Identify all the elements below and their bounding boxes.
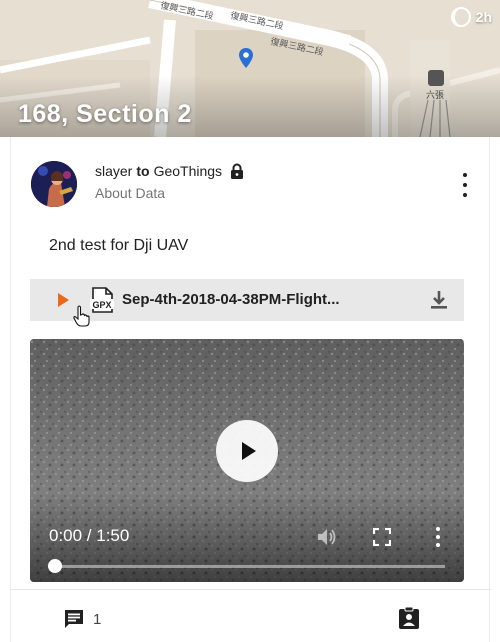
- location-pin-icon[interactable]: [239, 48, 253, 73]
- dot: [463, 173, 467, 177]
- dot: [436, 543, 440, 547]
- volume-icon[interactable]: [316, 527, 338, 547]
- time-elapsed: 2h: [475, 9, 492, 25]
- lock-icon: [231, 163, 244, 179]
- video-time: 0:00 / 1:50: [49, 526, 130, 545]
- author-row: slayer to GeoThings About Data: [31, 161, 471, 211]
- video-player[interactable]: 0:00 / 1:50: [30, 339, 464, 582]
- fullscreen-icon[interactable]: [373, 528, 391, 546]
- clock-moon-icon: [450, 7, 471, 27]
- avatar[interactable]: [31, 161, 77, 207]
- post-more-options-button[interactable]: [459, 173, 471, 197]
- comment-count: 1: [93, 610, 102, 628]
- file-type-label: GPX: [92, 300, 111, 310]
- assignment-icon[interactable]: [398, 606, 420, 630]
- video-seek-bar[interactable]: [55, 565, 445, 568]
- location-map[interactable]: 復興三路二段 復興三路二段 復興三路二段 六張 2h 168, Section …: [0, 0, 500, 137]
- comments-button[interactable]: 1: [63, 608, 101, 630]
- dot: [436, 535, 440, 539]
- post-card: slayer to GeoThings About Data 2nd test …: [10, 137, 491, 642]
- post-footer: 1: [11, 590, 491, 642]
- video-seek-handle[interactable]: [48, 559, 62, 573]
- author-line: slayer to GeoThings: [95, 163, 244, 179]
- train-station-icon: [428, 70, 444, 86]
- play-track-icon[interactable]: [58, 293, 69, 307]
- group-name[interactable]: GeoThings: [154, 163, 222, 179]
- comment-icon: [65, 610, 83, 628]
- video-more-options-button[interactable]: [434, 527, 442, 547]
- gpx-file-name[interactable]: Sep-4th-2018-04-38PM-Flight...: [122, 291, 340, 308]
- post-category[interactable]: About Data: [95, 185, 165, 201]
- location-title: 168, Section 2: [18, 100, 192, 128]
- author-connector: to: [136, 163, 150, 179]
- dot: [463, 193, 467, 197]
- gpx-file-icon: GPX: [90, 287, 114, 313]
- post-body-text: 2nd test for Dji UAV: [49, 237, 189, 254]
- author-name[interactable]: slayer: [95, 163, 132, 179]
- station-label: 六張: [426, 90, 445, 100]
- download-icon[interactable]: [428, 289, 450, 311]
- dot: [436, 527, 440, 531]
- video-play-button[interactable]: [216, 420, 278, 482]
- hand-cursor-icon: [73, 305, 90, 327]
- post-page: 復興三路二段 復興三路二段 復興三路二段 六張 2h 168, Section …: [0, 0, 500, 642]
- gpx-attachment-bar[interactable]: GPX Sep-4th-2018-04-38PM-Flight...: [30, 279, 464, 327]
- dot: [463, 183, 467, 187]
- time-elapsed-chip: 2h: [450, 6, 492, 28]
